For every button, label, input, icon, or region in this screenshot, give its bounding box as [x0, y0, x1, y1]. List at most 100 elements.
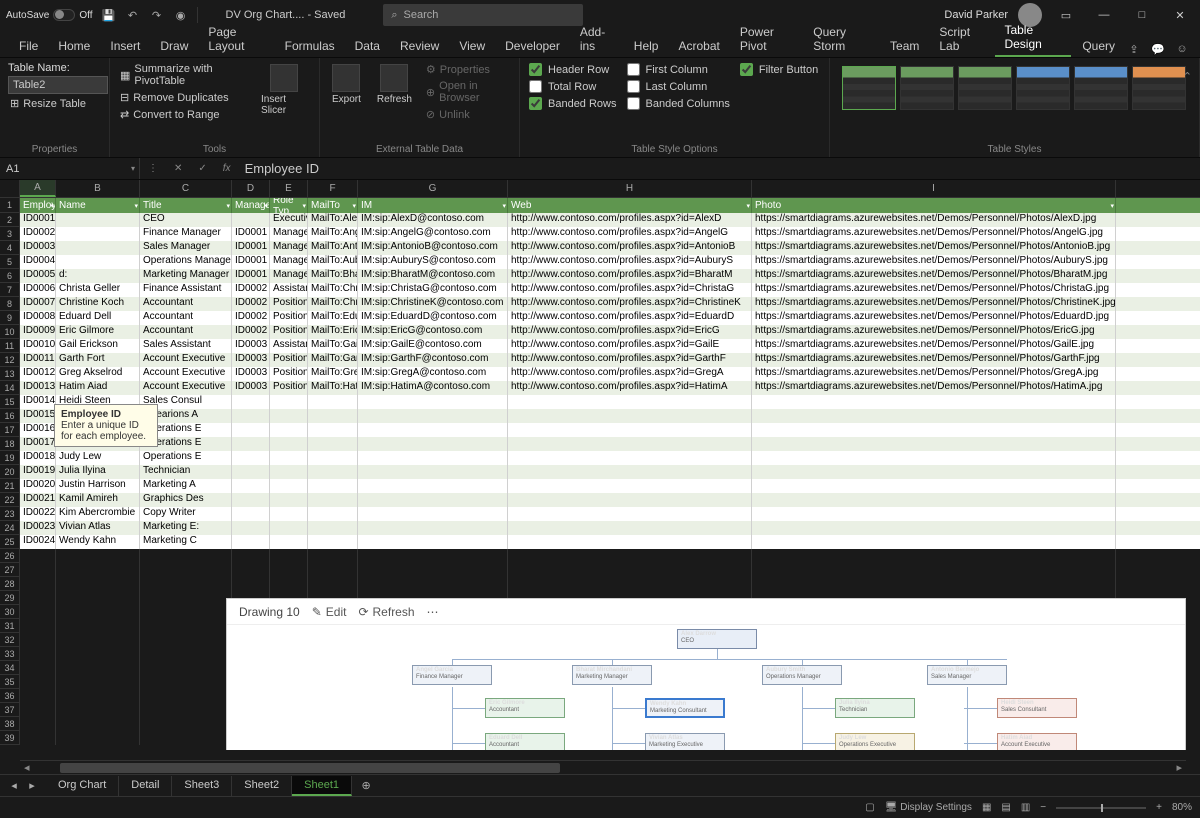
cell[interactable] [56, 731, 140, 745]
cell[interactable] [358, 507, 508, 521]
cell[interactable]: https://smartdiagrams.azurewebsites.net/… [752, 227, 1116, 241]
cell[interactable]: https://smartdiagrams.azurewebsites.net/… [752, 269, 1116, 283]
cell[interactable] [508, 423, 752, 437]
cell[interactable] [20, 605, 56, 619]
cell[interactable]: Accountant [140, 311, 232, 325]
cell[interactable]: IM:sip:GarthF@contoso.com [358, 353, 508, 367]
cell[interactable] [232, 479, 270, 493]
cell[interactable]: ID0017 [20, 437, 56, 451]
cell[interactable] [232, 507, 270, 521]
cell[interactable]: http://www.contoso.com/profiles.aspx?id=… [508, 283, 752, 297]
cell[interactable]: MailTo:Gar [308, 353, 358, 367]
cell[interactable]: ID0009 [20, 325, 56, 339]
last-col-check[interactable]: Last Column [626, 79, 731, 94]
cell[interactable]: Accountant [140, 325, 232, 339]
convert-range-button[interactable]: ⇄Convert to Range [118, 107, 249, 122]
cell[interactable]: https://smartdiagrams.azurewebsites.net/… [752, 241, 1116, 255]
cell[interactable]: Copy Writer [140, 507, 232, 521]
cell[interactable] [20, 577, 56, 591]
minimize-icon[interactable]: — [1090, 5, 1118, 25]
cell[interactable] [270, 479, 308, 493]
cell[interactable]: Judy Lew [56, 451, 140, 465]
ribbon-tab-review[interactable]: Review [391, 35, 448, 57]
cell[interactable] [140, 605, 232, 619]
cell[interactable]: MailTo:Chri [308, 283, 358, 297]
ribbon-tab-file[interactable]: File [10, 35, 47, 57]
first-col-check[interactable]: First Column [626, 62, 731, 77]
cell[interactable]: https://smartdiagrams.azurewebsites.net/… [752, 353, 1116, 367]
cell[interactable]: Position [270, 311, 308, 325]
cell[interactable] [358, 437, 508, 451]
table-header[interactable]: Employee▾ [20, 198, 56, 213]
ribbon-tab-formulas[interactable]: Formulas [276, 35, 344, 57]
cell[interactable]: ID0003 [232, 353, 270, 367]
cell[interactable]: ID0004 [20, 255, 56, 269]
cell[interactable]: http://www.contoso.com/profiles.aspx?id=… [508, 255, 752, 269]
table-header[interactable]: Name▾ [56, 198, 140, 213]
add-sheet-icon[interactable]: ⊕ [358, 778, 374, 794]
cell[interactable] [308, 507, 358, 521]
cell[interactable]: Finance Manager [140, 227, 232, 241]
org-node[interactable]: Judy LewOperations Executive [835, 733, 915, 750]
cell[interactable] [358, 451, 508, 465]
cell[interactable]: Marketing Manager [140, 269, 232, 283]
cell[interactable]: http://www.contoso.com/profiles.aspx?id=… [508, 213, 752, 227]
cell[interactable]: MailTo:Hat [308, 381, 358, 395]
cell[interactable]: ID0016 [20, 423, 56, 437]
cell[interactable]: Position [270, 381, 308, 395]
cell[interactable] [752, 451, 1116, 465]
cell[interactable]: IM:sip:AntonioB@contoso.com [358, 241, 508, 255]
cell[interactable] [232, 493, 270, 507]
cell[interactable] [232, 521, 270, 535]
view-normal-icon[interactable]: ▦ [982, 802, 991, 813]
cell[interactable]: IM:sip:HatimA@contoso.com [358, 381, 508, 395]
org-node[interactable]: Alex DarrowCEO [677, 629, 757, 649]
spreadsheet-grid[interactable]: ABCDEFGHI 1Employee▾Name▾Title▾Manager▾R… [0, 180, 1200, 750]
cell[interactable] [508, 451, 752, 465]
cell[interactable] [508, 465, 752, 479]
cell[interactable] [56, 647, 140, 661]
cell[interactable]: MailTo:Edu [308, 311, 358, 325]
view-layout-icon[interactable]: ▤ [1001, 802, 1010, 813]
cell[interactable] [308, 479, 358, 493]
org-node[interactable]: Antonio BermejoSales Manager [927, 665, 1007, 685]
redo-icon[interactable]: ↷ [149, 7, 165, 23]
cell[interactable] [508, 479, 752, 493]
cell[interactable] [56, 675, 140, 689]
cell[interactable] [752, 563, 1116, 577]
cell[interactable] [56, 689, 140, 703]
enter-icon[interactable]: ✓ [190, 163, 214, 174]
cell[interactable]: http://www.contoso.com/profiles.aspx?id=… [508, 297, 752, 311]
cell[interactable]: http://www.contoso.com/profiles.aspx?id=… [508, 353, 752, 367]
cell[interactable]: http://www.contoso.com/profiles.aspx?id=… [508, 241, 752, 255]
remove-dup-button[interactable]: ⊟Remove Duplicates [118, 90, 249, 105]
cell[interactable]: https://smartdiagrams.azurewebsites.net/… [752, 325, 1116, 339]
cell[interactable]: ID0013 [20, 381, 56, 395]
cell[interactable] [140, 661, 232, 675]
ribbon-tab-add-ins[interactable]: Add-ins [571, 21, 623, 57]
col-header[interactable]: I [752, 180, 1116, 197]
cell[interactable]: Operations E [140, 451, 232, 465]
col-header[interactable]: F [308, 180, 358, 197]
cell[interactable]: ID0011 [20, 353, 56, 367]
ribbon-tab-query-storm[interactable]: Query Storm [804, 21, 879, 57]
cell[interactable] [752, 549, 1116, 563]
cell[interactable]: ID0022 [20, 507, 56, 521]
ribbon-tab-insert[interactable]: Insert [101, 35, 149, 57]
cell[interactable] [358, 395, 508, 409]
table-style-3[interactable] [958, 66, 1012, 110]
cell[interactable]: https://smartdiagrams.azurewebsites.net/… [752, 283, 1116, 297]
resize-table-button[interactable]: ⊞Resize Table [8, 96, 108, 111]
cell[interactable]: ID0006 [20, 283, 56, 297]
org-node[interactable]: Wendy KahnMarketing Consultant [645, 698, 725, 718]
ribbon-tab-view[interactable]: View [450, 35, 494, 57]
maximize-icon[interactable]: □ [1128, 5, 1156, 25]
cell[interactable]: ID0001 [232, 255, 270, 269]
cell[interactable] [140, 633, 232, 647]
cell[interactable] [20, 619, 56, 633]
cell[interactable]: https://smartdiagrams.azurewebsites.net/… [752, 297, 1116, 311]
table-header[interactable]: Web▾ [508, 198, 752, 213]
cell[interactable] [270, 577, 308, 591]
cell[interactable]: MailTo:Ant [308, 241, 358, 255]
cell[interactable]: http://www.contoso.com/profiles.aspx?id=… [508, 325, 752, 339]
